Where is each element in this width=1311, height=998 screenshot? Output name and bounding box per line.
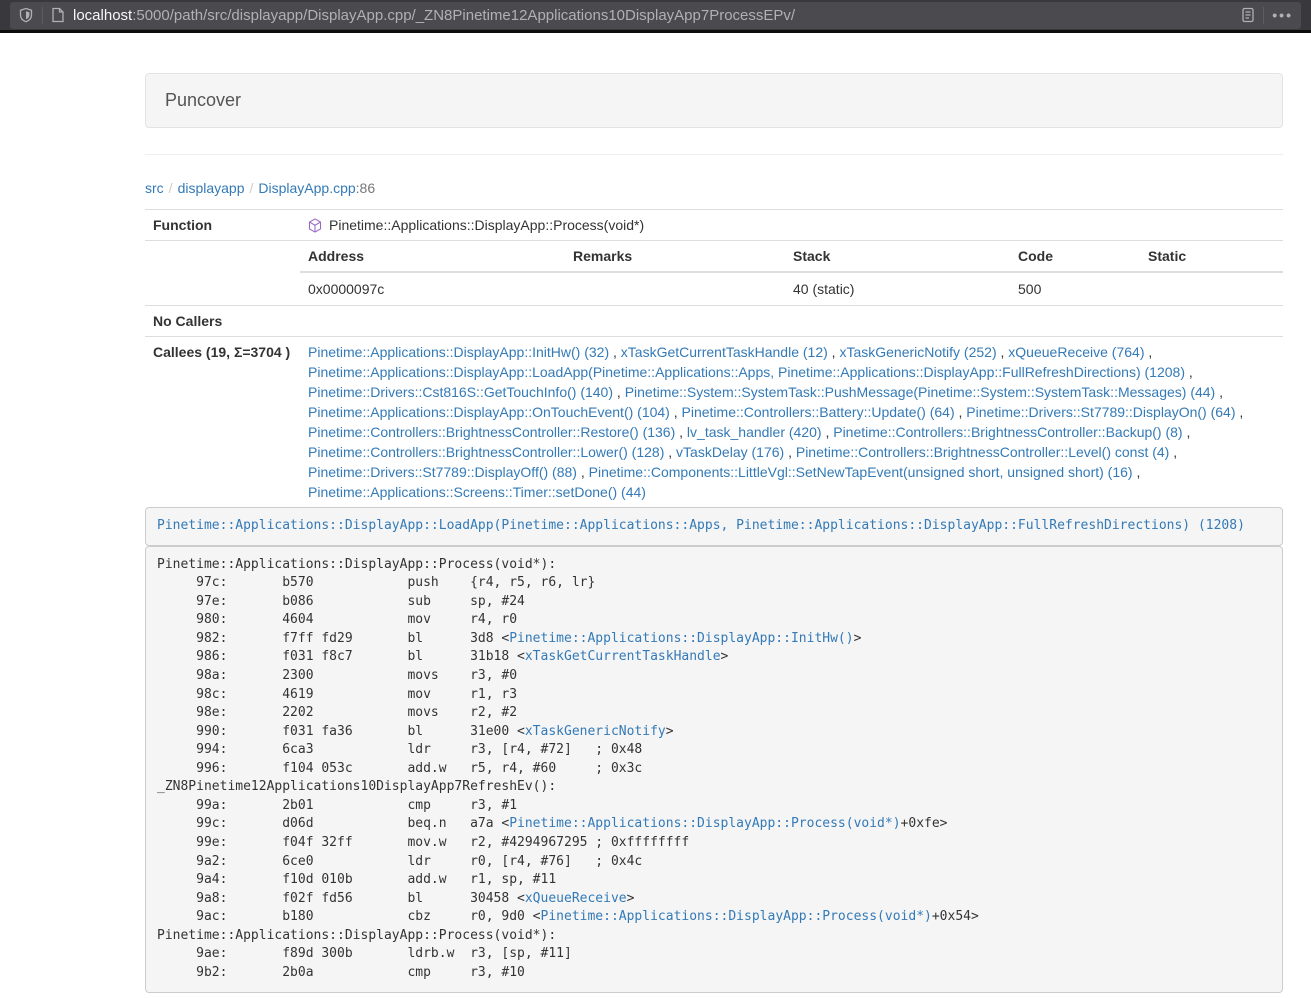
callee-link[interactable]: lv_task_handler (420) (687, 424, 822, 440)
callee-separator: , (1144, 344, 1152, 360)
stats-header-address: Address (300, 241, 565, 272)
urlbar-separator-right (1263, 7, 1264, 24)
breadcrumb-link-file[interactable]: DisplayApp.cpp (258, 180, 355, 196)
highlighted-symbol-link[interactable]: Pinetime::Applications::DisplayApp::Load… (157, 518, 1245, 533)
callees-list: Pinetime::Applications::DisplayApp::Init… (308, 342, 1275, 502)
callees-row: Callees (19, Σ=3704 ) Pinetime::Applicat… (145, 337, 1283, 508)
disassembly-symbol-link[interactable]: xQueueReceive (525, 891, 627, 906)
callee-separator: , (997, 344, 1009, 360)
breadcrumb-link-src[interactable]: src (145, 180, 164, 196)
stats-remarks (565, 272, 785, 305)
callee-link[interactable]: Pinetime::Applications::DisplayApp::Init… (308, 344, 609, 360)
callee-separator: , (822, 424, 834, 440)
breadcrumb-line-number: :86 (356, 180, 375, 196)
disassembly-symbol-link[interactable]: xTaskGetCurrentTaskHandle (525, 649, 721, 664)
site-title-panel: Puncover (145, 73, 1283, 128)
callee-link[interactable]: xTaskGetCurrentTaskHandle (12) (621, 344, 828, 360)
callee-separator: , (577, 464, 589, 480)
callee-link[interactable]: Pinetime::Applications::DisplayApp::OnTo… (308, 404, 670, 420)
callee-separator: , (670, 404, 682, 420)
callee-separator: , (784, 444, 796, 460)
stats-stack: 40 (static) (785, 272, 1010, 305)
stats-header-remarks: Remarks (565, 241, 785, 272)
callee-link[interactable]: Pinetime::Controllers::BrightnessControl… (796, 444, 1169, 460)
stats-row: Address Remarks Stack Code Static 0x0000… (145, 241, 1283, 306)
callee-link[interactable]: Pinetime::Applications::Screens::Timer::… (308, 484, 646, 500)
reader-mode-icon[interactable] (1241, 7, 1255, 23)
page-content: Puncover src/displayapp/DisplayApp.cpp:8… (145, 73, 1283, 993)
stats-table: Address Remarks Stack Code Static 0x0000… (300, 241, 1283, 305)
disassembly-pre: Pinetime::Applications::DisplayApp::Proc… (145, 546, 1283, 993)
no-callers-label: No Callers (145, 306, 300, 337)
callee-link[interactable]: Pinetime::System::SystemTask::PushMessag… (625, 384, 1216, 400)
callee-separator: , (1236, 404, 1244, 420)
disassembly-symbol-link[interactable]: xTaskGenericNotify (525, 724, 666, 739)
divider (145, 154, 1283, 155)
function-row: Function Pinetime::Applications::Display… (145, 210, 1283, 241)
url-path: :5000/path/src/displayapp/DisplayApp.cpp… (132, 7, 795, 24)
callee-separator: , (828, 344, 840, 360)
breadcrumb-link-displayapp[interactable]: displayapp (178, 180, 245, 196)
site-title: Puncover (165, 90, 241, 110)
stats-header-stack: Stack (785, 241, 1010, 272)
page-actions-icon[interactable]: ••• (1272, 7, 1293, 23)
callees-label: Callees (19, Σ=3704 ) (145, 337, 300, 508)
callee-separator: , (664, 444, 676, 460)
callee-separator: , (1185, 364, 1193, 380)
no-callers-row: No Callers (145, 306, 1283, 337)
callee-link[interactable]: vTaskDelay (176) (676, 444, 784, 460)
callee-link[interactable]: Pinetime::Components::LittleVgl::SetNewT… (589, 464, 1133, 480)
callee-link[interactable]: Pinetime::Drivers::St7789::DisplayOn() (… (966, 404, 1235, 420)
breadcrumb: src/displayapp/DisplayApp.cpp:86 (145, 180, 1283, 196)
callee-separator: , (1133, 464, 1141, 480)
callee-link[interactable]: xTaskGenericNotify (252) (839, 344, 996, 360)
callee-link[interactable]: Pinetime::Drivers::Cst816S::GetTouchInfo… (308, 384, 613, 400)
stats-code: 500 (1010, 272, 1140, 305)
url-host: localhost (73, 7, 132, 24)
disassembly-symbol-link[interactable]: Pinetime::Applications::DisplayApp::Proc… (509, 816, 900, 831)
function-cube-icon (308, 218, 322, 233)
highlighted-symbol-box: Pinetime::Applications::DisplayApp::Load… (145, 507, 1283, 546)
function-info-table: Function Pinetime::Applications::Display… (145, 209, 1283, 507)
breadcrumb-separator: / (245, 180, 259, 196)
callee-link[interactable]: Pinetime::Controllers::BrightnessControl… (308, 444, 664, 460)
function-name: Pinetime::Applications::DisplayApp::Proc… (329, 215, 644, 235)
stats-header-static: Static (1140, 241, 1283, 272)
disassembly-symbol-link[interactable]: Pinetime::Applications::DisplayApp::Init… (509, 631, 853, 646)
callee-link[interactable]: xQueueReceive (764) (1008, 344, 1144, 360)
callee-link[interactable]: Pinetime::Drivers::St7789::DisplayOff() … (308, 464, 577, 480)
function-label: Function (145, 210, 300, 241)
callee-link[interactable]: Pinetime::Applications::DisplayApp::Load… (308, 364, 1185, 380)
callee-link[interactable]: Pinetime::Controllers::BrightnessControl… (308, 424, 675, 440)
callee-separator: , (609, 344, 621, 360)
callee-link[interactable]: Pinetime::Controllers::BrightnessControl… (833, 424, 1182, 440)
callee-separator: , (1215, 384, 1223, 400)
browser-chrome: localhost:5000/path/src/displayapp/Displ… (0, 0, 1311, 33)
stats-address: 0x0000097c (300, 272, 565, 305)
callee-separator: , (613, 384, 625, 400)
stats-static (1140, 272, 1283, 305)
callee-link[interactable]: Pinetime::Controllers::Battery::Update()… (682, 404, 955, 420)
breadcrumb-separator: / (164, 180, 178, 196)
stats-header-code: Code (1010, 241, 1140, 272)
page-icon[interactable] (51, 7, 65, 23)
stats-value-row: 0x0000097c 40 (static) 500 (300, 272, 1283, 305)
disassembly-symbol-link[interactable]: Pinetime::Applications::DisplayApp::Proc… (541, 909, 932, 924)
callee-separator: , (1169, 444, 1177, 460)
shield-icon[interactable] (18, 7, 34, 23)
callee-separator: , (1183, 424, 1191, 440)
url-bar[interactable]: localhost:5000/path/src/displayapp/Displ… (10, 2, 1301, 29)
url-input[interactable]: localhost:5000/path/src/displayapp/Displ… (73, 7, 1241, 24)
callee-separator: , (955, 404, 967, 420)
callee-separator: , (675, 424, 687, 440)
urlbar-separator (42, 7, 43, 24)
